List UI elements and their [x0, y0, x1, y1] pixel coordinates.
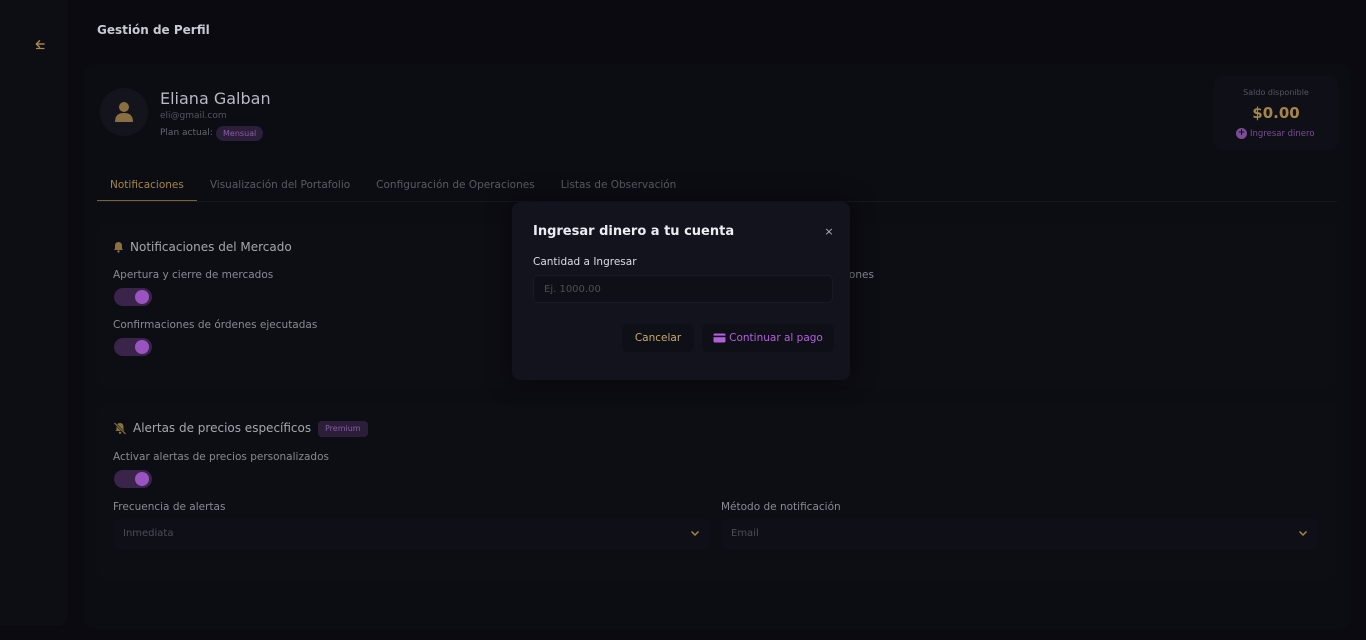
tab-observacion[interactable]: Listas de Observación: [548, 172, 690, 202]
premium-badge: Premium: [318, 421, 368, 437]
method-label: Método de notificación: [721, 501, 841, 513]
method-select[interactable]: Email: [721, 519, 1319, 549]
tab-bar: Notificaciones Visualización del Portafo…: [97, 172, 689, 202]
tab-operaciones[interactable]: Configuración de Operaciones: [363, 172, 548, 202]
amount-input[interactable]: [533, 275, 833, 303]
tab-portafolio[interactable]: Visualización del Portafolio: [197, 172, 363, 202]
frequency-label: Frecuencia de alertas: [113, 501, 226, 513]
continue-payment-button[interactable]: Continuar al pago: [702, 324, 834, 352]
toggle-knob: [135, 290, 149, 304]
balance-value: $0.00: [1252, 104, 1300, 122]
toggle-knob: [135, 340, 149, 354]
arrow-left-icon: [35, 40, 45, 50]
tab-notificaciones[interactable]: Notificaciones: [97, 172, 197, 202]
plus-circle-icon: +: [1236, 128, 1247, 139]
market-open-close-toggle[interactable]: [114, 288, 152, 306]
close-icon[interactable]: ×: [823, 226, 835, 238]
user-name: Eliana Galban: [160, 89, 271, 108]
chevron-down-icon: [690, 530, 700, 537]
cancel-button[interactable]: Cancelar: [622, 324, 694, 352]
balance-card: Saldo disponible $0.00 + Ingresar dinero: [1214, 76, 1338, 150]
balance-label: Saldo disponible: [1243, 88, 1309, 97]
frequency-select[interactable]: Inmediata: [113, 519, 711, 549]
partial-hidden-label: iones: [846, 269, 874, 281]
market-notifications-title: Notificaciones del Mercado: [113, 240, 292, 254]
price-alerts-title: Alertas de precios específicos: [113, 421, 311, 435]
user-icon: [115, 102, 133, 122]
back-button[interactable]: [28, 32, 52, 56]
frequency-value: Inmediata: [123, 528, 174, 539]
market-open-close-label: Apertura y cierre de mercados: [113, 269, 274, 281]
deposit-modal: Ingresar dinero a tu cuenta × Cantidad a…: [512, 202, 850, 380]
modal-title: Ingresar dinero a tu cuenta: [533, 224, 735, 239]
sidebar: [0, 0, 68, 626]
avatar: [100, 88, 148, 136]
credit-card-icon: [713, 333, 726, 343]
order-confirmations-label: Confirmaciones de órdenes ejecutadas: [113, 319, 318, 331]
bell-icon: [114, 242, 123, 253]
chevron-down-icon: [1298, 530, 1308, 537]
plan-label: Plan actual:: [160, 128, 213, 138]
bell-off-icon: [113, 421, 127, 435]
custom-alerts-label: Activar alertas de precios personalizado…: [113, 451, 329, 463]
market-notifications-label: Notificaciones del Mercado: [130, 240, 292, 254]
continue-payment-label: Continuar al pago: [729, 332, 823, 344]
page-title: Gestión de Perfil: [97, 23, 210, 37]
order-confirmations-toggle[interactable]: [114, 338, 152, 356]
plan-badge: Mensual: [216, 126, 264, 141]
method-value: Email: [731, 528, 759, 539]
toggle-knob: [135, 472, 149, 486]
add-money-link[interactable]: + Ingresar dinero: [1236, 128, 1315, 139]
custom-alerts-toggle[interactable]: [114, 470, 152, 488]
amount-label: Cantidad a Ingresar: [533, 256, 637, 268]
price-alerts-label: Alertas de precios específicos: [133, 421, 312, 435]
user-email: eli@gmail.com: [160, 111, 227, 121]
add-money-label: Ingresar dinero: [1250, 128, 1315, 139]
